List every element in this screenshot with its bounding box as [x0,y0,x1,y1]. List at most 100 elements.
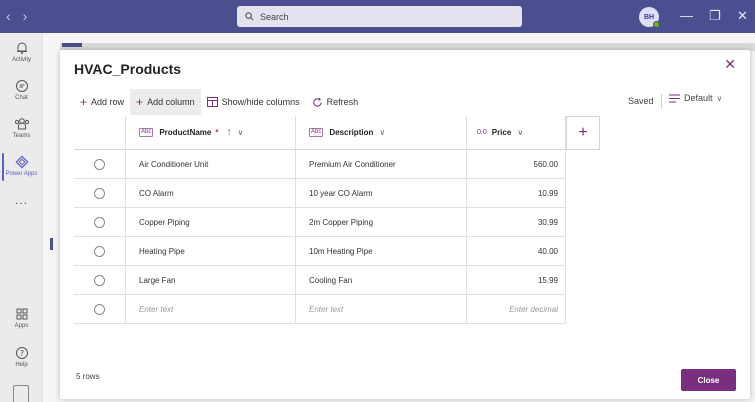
text-type-icon: Abc [309,128,324,137]
more-icon: ... [14,193,28,207]
window-close-icon[interactable]: ✕ [737,8,748,24]
table-row[interactable]: Air Conditioner Unit Premium Air Conditi… [74,150,566,179]
cell-productname[interactable]: CO Alarm [125,179,296,208]
minimize-icon[interactable]: — [680,8,693,24]
rail-item-chat[interactable]: Chat [0,79,43,101]
cell-description[interactable]: Premium Air Conditioner [296,150,467,179]
forward-arrow-icon[interactable]: › [23,8,28,24]
edit-table-dialog: HVAC_Products ✕ + Add row + Add column S… [60,50,750,399]
nav-arrows: ‹ › [6,8,27,24]
restore-icon[interactable]: ❐ [709,8,721,24]
rail-item-apps[interactable]: Apps [0,307,43,329]
row-select-cell[interactable] [74,208,125,237]
new-row[interactable]: Enter text Enter text Enter decimal [74,295,566,324]
new-description-input[interactable]: Enter text [296,295,467,324]
power-apps-icon [14,155,29,169]
saved-status: Saved [628,96,654,106]
rail-item-more[interactable]: ... [0,193,43,207]
rail-item-help[interactable]: ? Help [0,346,43,368]
row-count: 5 rows [76,372,100,381]
column-header-description[interactable]: Abc Description ∨ [296,116,467,150]
teams-icon [14,118,29,130]
row-select-cell[interactable] [74,150,125,179]
add-row-button[interactable]: + Add row [74,89,130,115]
chevron-down-icon[interactable]: ∨ [379,128,385,137]
rail-label: Help [15,362,28,368]
row-radio[interactable] [94,274,105,286]
chevron-down-icon[interactable]: ∨ [237,128,243,137]
toolbar-divider [661,94,662,108]
required-marker: * [215,128,219,137]
row-select-cell[interactable] [74,237,125,266]
help-icon: ? [15,347,28,359]
row-radio[interactable] [94,216,105,228]
column-header-productname[interactable]: Abc ProductName * ↑ ∨ [125,116,296,150]
dialog-close-icon[interactable]: ✕ [724,56,736,73]
table-row[interactable]: Copper Piping 2m Copper Piping 30.99 [74,208,566,237]
cell-description[interactable]: 10 year CO Alarm [296,179,467,208]
search-box[interactable]: Search [237,6,522,27]
view-list-icon [669,94,680,102]
cell-price[interactable]: 10.99 [467,179,566,208]
chevron-down-icon: ∨ [716,93,723,103]
refresh-label: Refresh [326,97,359,107]
cell-description[interactable]: 2m Copper Piping [296,208,467,237]
row-radio[interactable] [94,158,105,170]
rail-item-power-apps[interactable]: Power Apps [0,155,43,177]
row-select-cell[interactable] [74,266,125,295]
add-column-button[interactable]: + Add column [130,89,201,115]
new-price-input[interactable]: Enter decimal [467,295,566,324]
close-button[interactable]: Close [681,369,736,391]
cell-price[interactable]: 15.99 [467,266,566,295]
text-type-icon: Abc [139,128,154,137]
background-marker [50,238,53,250]
table-header-row: Abc ProductName * ↑ ∨ Abc Description ∨ … [74,116,600,150]
search-icon [245,12,254,21]
rail-label: Chat [15,95,28,101]
view-selector[interactable]: Default ∨ [669,93,722,103]
cell-productname[interactable]: Large Fan [125,266,296,295]
search-placeholder: Search [260,11,289,22]
cell-productname[interactable]: Heating Pipe [125,237,296,266]
table-row[interactable]: Large Fan Cooling Fan 15.99 [74,266,566,295]
cell-price[interactable]: 30.99 [467,208,566,237]
device-icon[interactable] [13,385,29,402]
add-column-plus-button[interactable]: + [566,116,600,150]
column-label: Description [329,128,374,137]
plus-icon: + [578,124,588,141]
row-select-cell[interactable] [74,295,125,324]
app-rail: Activity Chat Teams Power Apps ... Apps … [0,33,43,402]
dialog-title: HVAC_Products [74,61,182,77]
chevron-down-icon[interactable]: ∨ [517,128,523,137]
column-header-price[interactable]: 0.0 Price ∨ [467,116,566,150]
row-radio[interactable] [94,245,105,257]
table-row[interactable]: Heating Pipe 10m Heating Pipe 40.00 [74,237,566,266]
row-radio[interactable] [94,187,105,199]
row-radio[interactable] [94,303,105,315]
svg-text:?: ? [19,349,23,358]
cell-productname[interactable]: Copper Piping [125,208,296,237]
refresh-button[interactable]: Refresh [306,89,365,115]
bell-icon [16,42,27,54]
rail-label: Activity [11,57,31,63]
back-arrow-icon[interactable]: ‹ [6,8,11,24]
cell-price[interactable]: 40.00 [467,237,566,266]
rail-item-teams[interactable]: Teams [0,117,43,139]
rail-label: Power Apps [5,171,38,177]
refresh-icon [313,97,322,107]
cell-description[interactable]: Cooling Fan [296,266,467,295]
chat-icon [15,80,28,92]
table-row[interactable]: CO Alarm 10 year CO Alarm 10.99 [74,179,566,208]
cell-description[interactable]: 10m Heating Pipe [296,237,467,266]
new-productname-input[interactable]: Enter text [125,295,296,324]
rail-label: Teams [12,133,31,139]
show-hide-columns-button[interactable]: Show/hide columns [201,89,306,115]
rail-item-activity[interactable]: Activity [0,41,43,63]
row-select-cell[interactable] [74,179,125,208]
add-column-label: Add column [147,97,195,107]
cell-price[interactable]: 560.00 [467,150,566,179]
avatar[interactable]: BH [639,7,660,28]
sort-ascending-icon[interactable]: ↑ [226,127,231,138]
header-select-cell [74,116,125,150]
cell-productname[interactable]: Air Conditioner Unit [125,150,296,179]
